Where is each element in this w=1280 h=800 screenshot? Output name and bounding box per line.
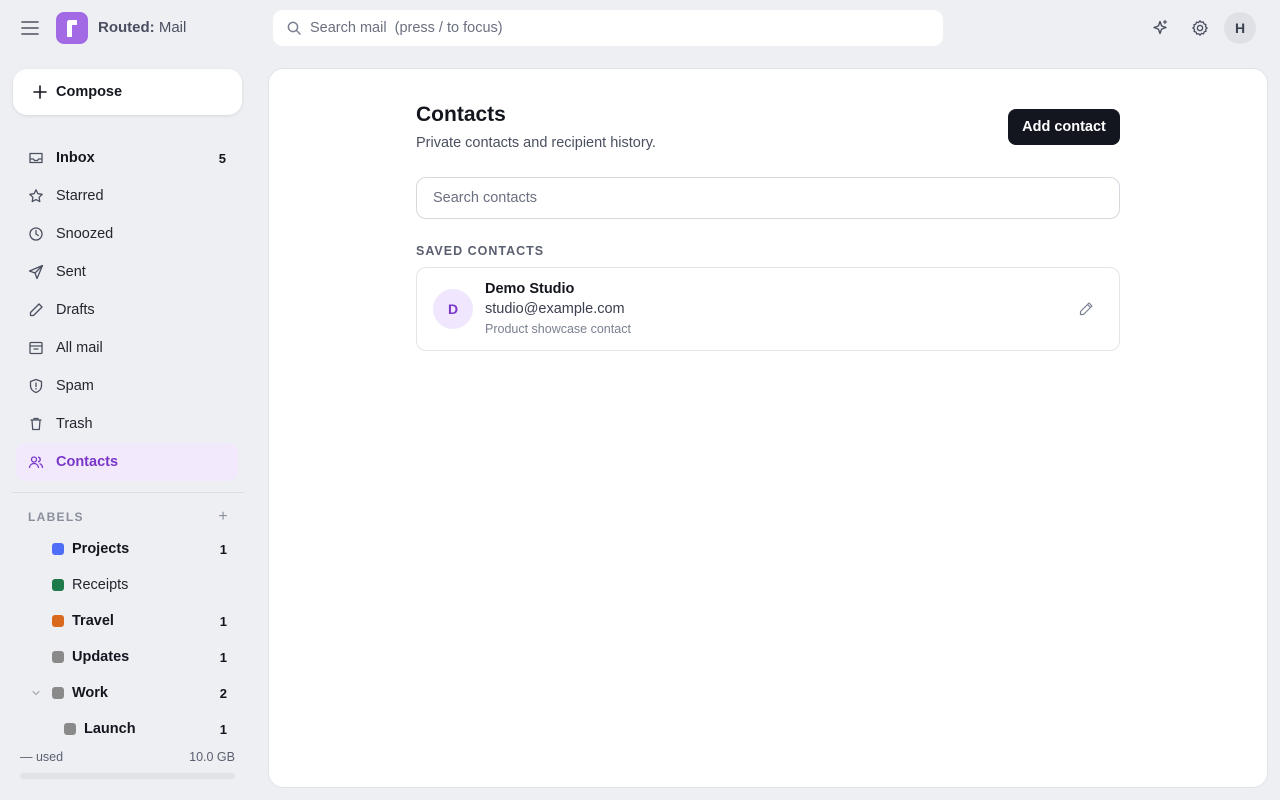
page-title: Contacts [416, 103, 506, 126]
sidebar-item-label: Snoozed [56, 226, 114, 242]
label-count: 1 [219, 721, 227, 737]
unread-count: 5 [218, 150, 226, 166]
mail-search-bar[interactable] [273, 10, 943, 46]
contact-card[interactable]: D Demo Studio studio@example.com Product… [416, 267, 1120, 351]
app-product: Mail [158, 19, 187, 36]
saved-contacts-heading: SAVED CONTACTS [416, 244, 545, 258]
user-avatar[interactable]: H [1224, 12, 1256, 44]
sidebar-item-all-mail[interactable]: All mail [16, 329, 238, 367]
sidebar-item-starred[interactable]: Starred [16, 177, 238, 215]
label-color-dot [64, 723, 76, 735]
label-color-dot [52, 651, 64, 663]
storage-total: 10.0 GB [189, 750, 235, 764]
label-item-travel[interactable]: Travel 1 [28, 603, 234, 639]
label-color-dot [52, 543, 64, 555]
label-name: Launch [84, 721, 136, 737]
trash-icon [28, 416, 44, 432]
sparkle-icon[interactable] [1148, 16, 1172, 40]
contact-email: studio@example.com [485, 301, 625, 317]
label-count: 2 [219, 685, 227, 701]
label-color-dot [52, 615, 64, 627]
sidebar-item-label: Spam [56, 378, 94, 394]
menu-icon[interactable] [18, 16, 42, 40]
sidebar-item-spam[interactable]: Spam [16, 367, 238, 405]
label-color-dot [52, 687, 64, 699]
app-title: Routed: Mail [98, 19, 186, 36]
send-icon [28, 264, 44, 280]
label-name: Receipts [72, 577, 129, 593]
page-subtitle: Private contacts and recipient history. [416, 135, 656, 151]
search-icon [287, 21, 301, 35]
mail-search-input[interactable] [310, 20, 910, 36]
sidebar-item-inbox[interactable]: Inbox 5 [16, 139, 238, 177]
star-icon [28, 188, 44, 204]
archive-icon [28, 340, 44, 356]
label-name: Projects [72, 541, 130, 557]
sidebar-item-label: All mail [56, 340, 103, 356]
sidebar-item-drafts[interactable]: Drafts [16, 291, 238, 329]
label-item-projects[interactable]: Projects 1 [28, 531, 234, 567]
label-name: Travel [72, 613, 114, 629]
contacts-icon [28, 454, 44, 470]
sidebar-item-snoozed[interactable]: Snoozed [16, 215, 238, 253]
label-item-receipts[interactable]: Receipts [28, 567, 234, 603]
label-item-work[interactable]: Work 2 [28, 675, 234, 711]
chevron-down-icon[interactable] [28, 685, 44, 701]
gear-icon[interactable] [1188, 16, 1212, 40]
edit-pencil-icon[interactable] [1077, 300, 1095, 318]
label-name: Work [72, 685, 108, 701]
pencil-icon [28, 302, 44, 318]
label-name: Updates [72, 649, 130, 665]
contacts-search-input[interactable] [416, 177, 1120, 219]
sidebar-item-label: Starred [56, 188, 104, 204]
shield-icon [28, 378, 44, 394]
plus-icon [33, 85, 47, 99]
contact-avatar: D [433, 289, 473, 329]
sidebar-item-label: Trash [56, 416, 93, 432]
sidebar-item-label: Contacts [56, 454, 119, 470]
add-contact-button[interactable]: Add contact [1008, 109, 1120, 145]
compose-label: Compose [56, 84, 123, 100]
compose-button[interactable]: Compose [13, 69, 242, 115]
label-count: 1 [219, 649, 227, 665]
sidebar-nav: Inbox 5 Starred Snoozed Sent Drafts All … [16, 139, 238, 481]
app-logo[interactable] [56, 12, 88, 44]
sidebar-item-trash[interactable]: Trash [16, 405, 238, 443]
app-brand: Routed: [98, 19, 155, 36]
contacts-panel: Contacts Private contacts and recipient … [269, 69, 1267, 787]
label-count: 1 [219, 541, 227, 557]
add-label-button[interactable]: + [216, 508, 230, 525]
clock-icon [28, 226, 44, 242]
sidebar-item-label: Sent [56, 264, 86, 280]
sidebar-item-label: Drafts [56, 302, 95, 318]
sidebar-item-sent[interactable]: Sent [16, 253, 238, 291]
inbox-icon [28, 150, 44, 166]
label-item-launch[interactable]: Launch 1 [40, 711, 234, 747]
label-item-updates[interactable]: Updates 1 [28, 639, 234, 675]
labels-heading: LABELS [28, 510, 84, 524]
contact-note: Product showcase contact [485, 322, 631, 336]
storage-used: — used [20, 750, 64, 764]
sidebar-item-label: Inbox [56, 150, 95, 166]
storage-bar [20, 773, 235, 779]
sidebar-item-contacts[interactable]: Contacts [16, 443, 238, 481]
label-count: 1 [219, 613, 227, 629]
label-color-dot [52, 579, 64, 591]
contact-name: Demo Studio [485, 281, 575, 297]
sidebar-divider [12, 492, 244, 493]
